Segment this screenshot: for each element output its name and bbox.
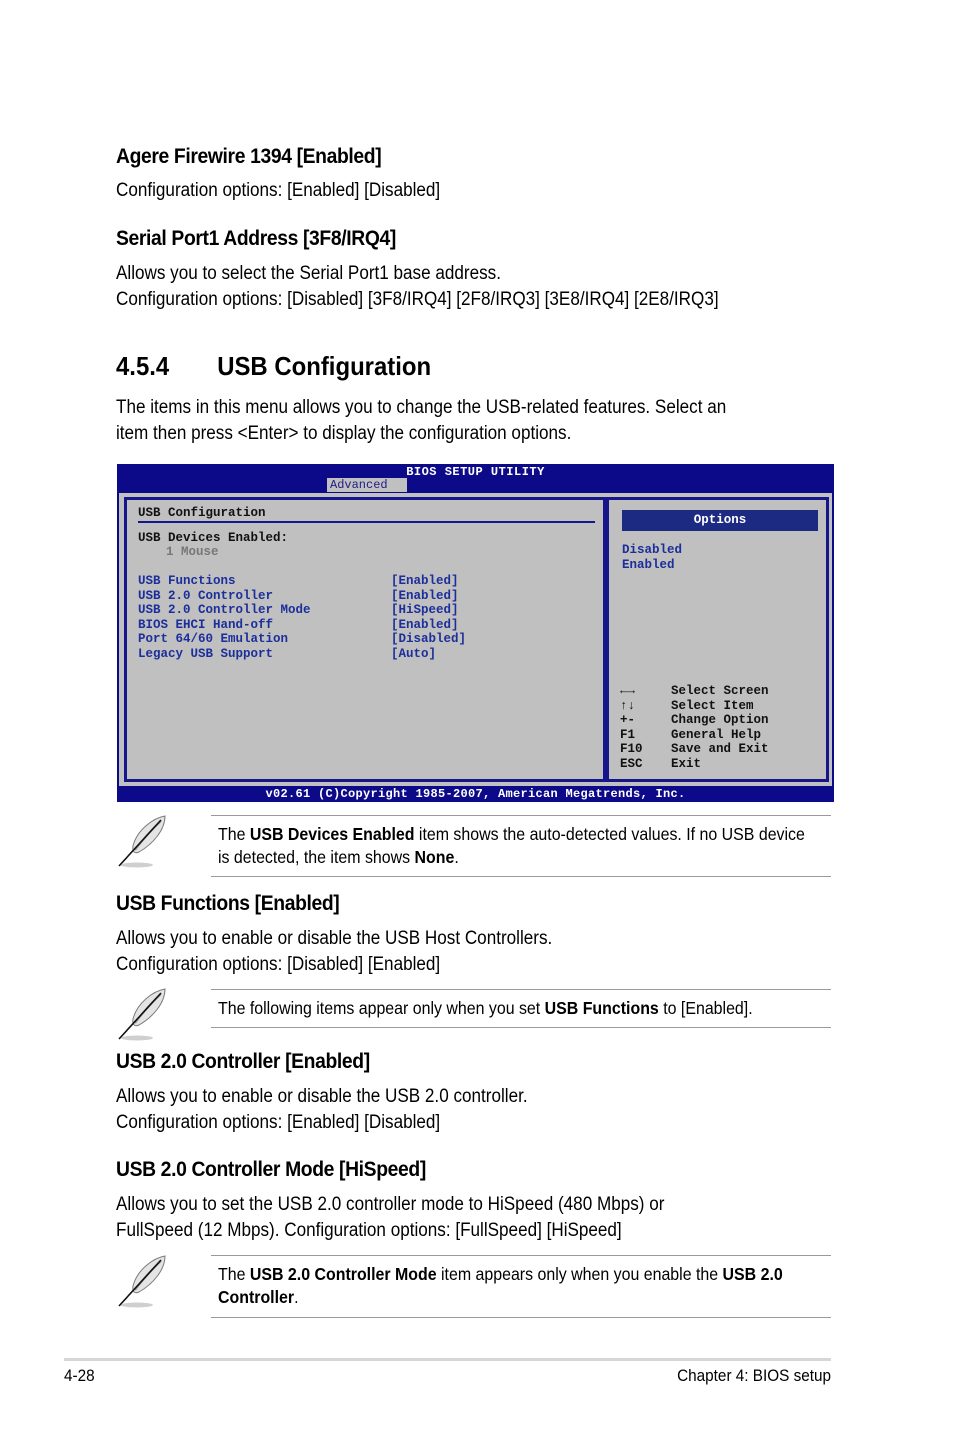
usb20-mode-heading: USB 2.0 Controller Mode [HiSpeed] [116, 1158, 426, 1181]
usb-functions-desc: Allows you to enable or disable the USB … [116, 928, 553, 949]
plus-minus-key: +- [620, 713, 636, 727]
note-divider-bottom [211, 1027, 831, 1028]
page-footer-rule [64, 1358, 831, 1361]
bios-key-action: Exit [671, 756, 702, 771]
note-usb-functions-enabled: The following items appear only when you… [218, 997, 810, 1020]
bios-help-panel: Options Disabled Enabled ←→ Select Screen… [606, 497, 829, 782]
bios-key-action: General Help [671, 727, 762, 742]
note-text: The [218, 1264, 250, 1284]
bios-key-action: Save and Exit [671, 742, 769, 756]
note-text: . [294, 1287, 299, 1307]
bios-item-name: Legacy USB Support [138, 646, 274, 661]
feather-note-icon [118, 815, 166, 868]
section-number: 4.5.4 [116, 351, 170, 381]
bios-key-action: Select Item [671, 698, 754, 713]
esc-key: ESC [620, 756, 643, 771]
bios-screenshot: BIOS SETUP UTILITY Advanced USB Configur… [117, 464, 834, 802]
bios-item-port-emulation[interactable]: Port 64/60 Emulation [Disabled] [138, 632, 466, 647]
usb20-mode-desc-line2: FullSpeed (12 Mbps). Configuration optio… [116, 1220, 622, 1241]
section-title: USB Configuration [217, 351, 432, 381]
bios-items-list: USB Functions [Enabled] USB 2.0 Controlle… [138, 574, 466, 661]
bios-item-name: USB 2.0 Controller [138, 588, 274, 603]
bios-key-row: F1 General Help [620, 728, 769, 743]
bios-option-enabled[interactable]: Enabled [622, 558, 682, 573]
bios-item-legacy-usb[interactable]: Legacy USB Support [Auto] [138, 647, 466, 662]
note-text: item appears only when you enable the [436, 1264, 723, 1284]
bios-item-usb-functions[interactable]: USB Functions [Enabled] [138, 574, 466, 589]
bios-options-header: Options [622, 510, 818, 531]
firewire-options: Configuration options: [Enabled] [Disabl… [116, 180, 441, 201]
note-divider-top [211, 815, 831, 816]
bios-key-row: ←→ Select Screen [620, 684, 769, 699]
bios-devices-value: 1 Mouse [166, 545, 219, 559]
feather-note-icon [118, 988, 166, 1041]
note-usb-devices-enabled: The USB Devices Enabled item shows the a… [218, 823, 810, 869]
bios-item-value: [HiSpeed] [391, 603, 459, 617]
bios-item-usb20-controller[interactable]: USB 2.0 Controller [Enabled] [138, 589, 466, 604]
note-bold: USB 2.0 Controller Mode [249, 1264, 437, 1284]
bios-key-row: F10 Save and Exit [620, 742, 769, 757]
section-heading-usb-configuration: 4.5.4 USB Configuration [116, 351, 431, 382]
usb-functions-options: Configuration options: [Disabled] [Enabl… [116, 954, 441, 975]
bios-item-name: USB Functions [138, 574, 236, 588]
bios-section-title: USB Configuration [138, 506, 266, 520]
bios-item-value: [Auto] [391, 646, 437, 661]
bios-section-divider [138, 521, 595, 523]
bios-devices-label: USB Devices Enabled: [138, 531, 289, 545]
serial-port-desc: Allows you to select the Serial Port1 ba… [116, 263, 501, 284]
note-bold: USB Functions [544, 998, 659, 1018]
note-text: The following items appear only when you… [218, 998, 545, 1018]
bios-item-name: USB 2.0 Controller Mode [138, 603, 311, 617]
note-divider-top [211, 989, 831, 990]
feather-note-icon [118, 1255, 166, 1308]
bios-key-row: ESC Exit [620, 757, 769, 772]
note-divider-top [211, 1255, 831, 1256]
left-right-arrows-icon: ←→ [620, 684, 636, 698]
bios-key-legend: ←→ Select Screen ↑↓ Select Item +- Change O… [620, 684, 769, 771]
bios-title: BIOS SETUP UTILITY [406, 465, 545, 479]
usb20-controller-heading: USB 2.0 Controller [Enabled] [116, 1050, 370, 1073]
usb-config-intro-line2: item then press <Enter> to display the c… [116, 423, 572, 444]
note-divider-bottom [211, 1317, 831, 1318]
page-number: 4-28 [64, 1366, 95, 1385]
note-text: to [Enabled]. [658, 998, 753, 1018]
note-bold: None [414, 847, 455, 867]
bios-item-ehci-handoff[interactable]: BIOS EHCI Hand-off [Enabled] [138, 618, 466, 633]
bios-item-value: [Enabled] [391, 617, 459, 632]
usb20-controller-options: Configuration options: [Enabled] [Disabl… [116, 1112, 441, 1133]
bios-key-row: ↑↓ Select Item [620, 699, 769, 714]
bios-item-value: [Enabled] [391, 588, 459, 603]
bios-options-list: Disabled Enabled [622, 543, 682, 572]
bios-item-value: [Enabled] [391, 574, 459, 588]
usb-config-intro-line1: The items in this menu allows you to cha… [116, 397, 727, 418]
usb20-controller-desc: Allows you to enable or disable the USB … [116, 1086, 528, 1107]
serial-port-options: Configuration options: [Disabled] [3F8/I… [116, 289, 719, 310]
serial-port-heading: Serial Port1 Address [3F8/IRQ4] [116, 227, 396, 250]
bios-item-name: BIOS EHCI Hand-off [138, 617, 274, 632]
bios-item-name: Port 64/60 Emulation [138, 632, 289, 646]
note-usb20-controller-mode: The USB 2.0 Controller Mode item appears… [218, 1263, 800, 1309]
note-text: The [218, 824, 250, 844]
bios-copyright-footer: v02.61 (C)Copyright 1985-2007, American … [265, 787, 686, 801]
firewire-heading: Agere Firewire 1394 [Enabled] [116, 145, 382, 168]
usb20-mode-desc-line1: Allows you to set the USB 2.0 controller… [116, 1194, 665, 1215]
chapter-label: Chapter 4: BIOS setup [677, 1366, 831, 1385]
f10-key: F10 [620, 742, 643, 756]
bios-tab-advanced[interactable]: Advanced [327, 478, 407, 492]
note-divider-bottom [211, 876, 831, 877]
bios-item-value: [Disabled] [391, 632, 467, 646]
bios-main-panel: USB Configuration USB Devices Enabled: 1… [124, 497, 606, 782]
bios-option-disabled[interactable]: Disabled [622, 543, 682, 558]
note-bold: USB Devices Enabled [249, 824, 415, 844]
f1-key: F1 [620, 727, 636, 742]
up-down-arrows-icon: ↑↓ [620, 698, 636, 713]
note-text: . [454, 847, 459, 867]
bios-key-action: Change Option [671, 713, 769, 727]
bios-item-usb20-controller-mode[interactable]: USB 2.0 Controller Mode [HiSpeed] [138, 603, 466, 618]
bios-body: USB Configuration USB Devices Enabled: 1… [119, 493, 832, 786]
usb-functions-heading: USB Functions [Enabled] [116, 892, 340, 915]
bios-key-action: Select Screen [671, 684, 769, 698]
bios-key-row: +- Change Option [620, 713, 769, 728]
